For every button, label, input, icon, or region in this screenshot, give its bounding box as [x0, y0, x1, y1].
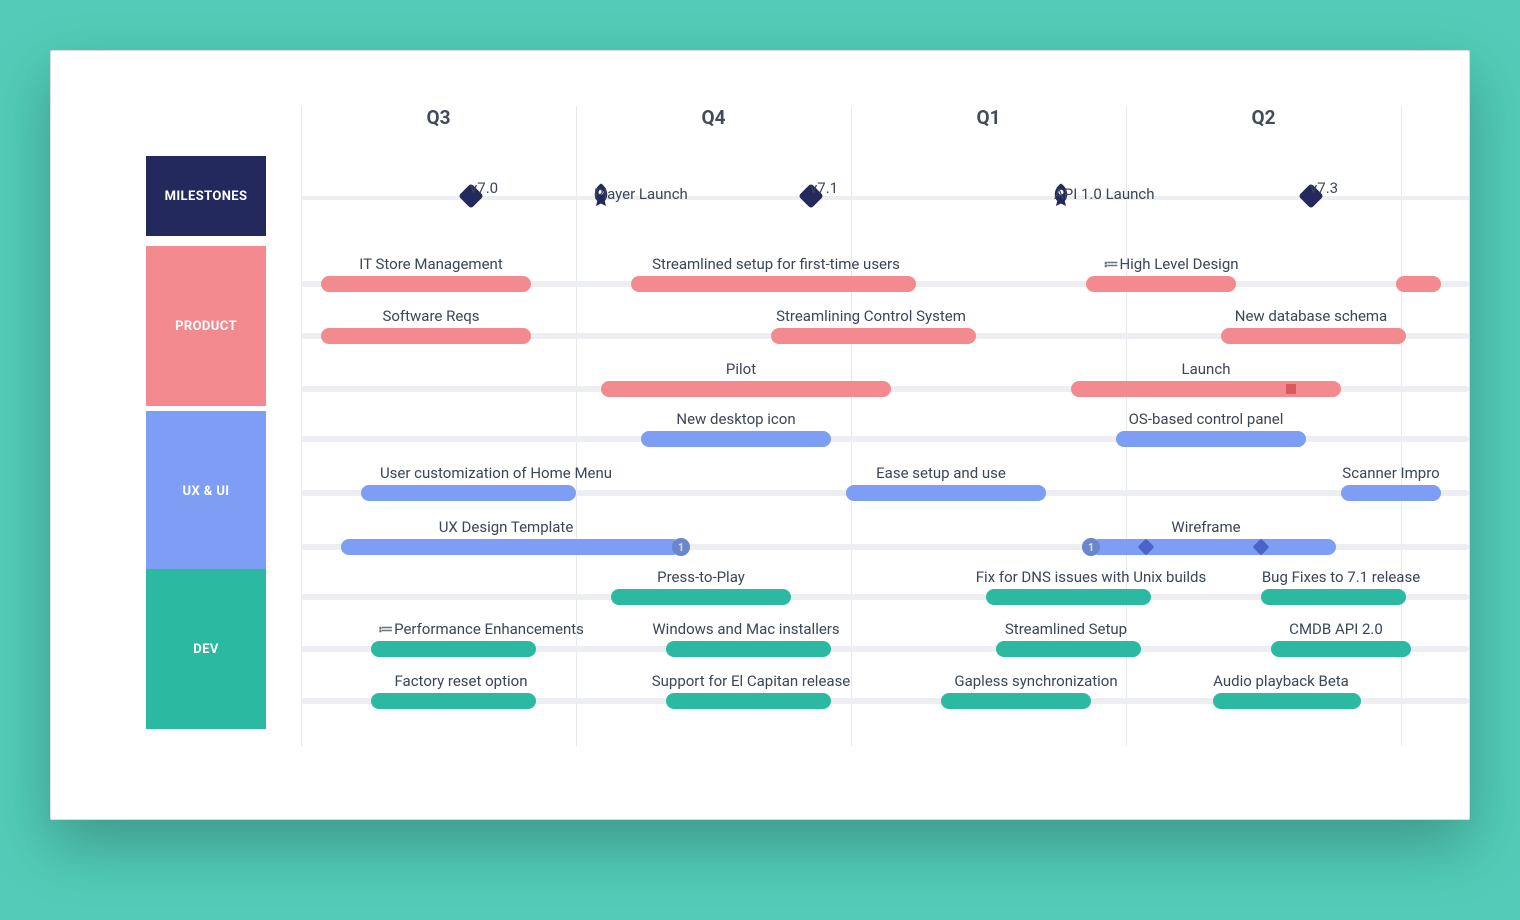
roadmap-bar[interactable]	[321, 328, 531, 344]
lane-labels-column: MILESTONES PRODUCTUX & UIDEV	[146, 106, 276, 746]
bar-label: OS-based control panel	[1129, 410, 1284, 428]
quarter-header: Q3	[301, 106, 576, 129]
roadmap-bar[interactable]	[996, 641, 1141, 657]
roadmap-bar[interactable]	[1271, 641, 1411, 657]
bar-label: Wireframe	[1171, 518, 1240, 536]
list-icon: ≔	[1103, 255, 1115, 273]
milestone-label: v7.0	[470, 179, 498, 197]
milestone[interactable]: API 1.0 Launch	[1046, 181, 1076, 211]
lane-label: PRODUCT	[146, 246, 266, 406]
roadmap-bar[interactable]	[846, 485, 1046, 501]
bar-label: Support for El Capitan release	[652, 672, 851, 690]
bar-label: Streamlined Setup	[1005, 620, 1127, 638]
lane-label: DEV	[146, 569, 266, 729]
count-badge[interactable]: 1	[1082, 538, 1100, 556]
roadmap-bar[interactable]	[361, 485, 576, 501]
bar-label: Factory reset option	[395, 672, 528, 690]
roadmap-bar[interactable]	[666, 693, 831, 709]
roadmap-bar[interactable]	[986, 589, 1151, 605]
bar-label: ≔Performance Enhancements	[378, 620, 584, 638]
roadmap-bar[interactable]	[601, 381, 891, 397]
bar-label: Press-to-Play	[657, 568, 745, 586]
bar-label: Scanner Impro	[1342, 464, 1439, 482]
bar-label: Launch	[1182, 360, 1231, 378]
bar-label: Audio playback Beta	[1213, 672, 1349, 690]
count-badge[interactable]: 1	[672, 538, 690, 556]
milestone-label: Player Launch	[594, 185, 688, 203]
roadmap-bar[interactable]	[1396, 276, 1441, 292]
roadmap-bar[interactable]	[1341, 485, 1441, 501]
bar-label: Fix for DNS issues with Unix builds	[976, 568, 1206, 586]
bar-label: New desktop icon	[676, 410, 795, 428]
quarter-header: Q2	[1126, 106, 1401, 129]
roadmap-bar[interactable]	[1261, 589, 1406, 605]
bar-label: UX Design Template	[439, 518, 574, 536]
roadmap-bar[interactable]	[1221, 328, 1406, 344]
bar-label: Gapless synchronization	[954, 672, 1117, 690]
roadmap-bar[interactable]	[631, 276, 916, 292]
milestone[interactable]: v7.1	[802, 187, 820, 205]
bar-label: Software Reqs	[382, 307, 479, 325]
roadmap-chart: MILESTONES PRODUCTUX & UIDEV Q3Q4Q1Q2 v7.0…	[146, 106, 1469, 746]
milestone[interactable]: v7.0	[462, 187, 480, 205]
milestone-label: API 1.0 Launch	[1054, 185, 1155, 203]
roadmap-bar[interactable]	[1091, 539, 1336, 555]
lane-label-milestones: MILESTONES	[146, 156, 266, 236]
bar-label: IT Store Management	[359, 255, 502, 273]
roadmap-bar[interactable]	[666, 641, 831, 657]
bar-label: Ease setup and use	[876, 464, 1006, 482]
milestone[interactable]: v7.3	[1302, 187, 1320, 205]
roadmap-bar[interactable]	[611, 589, 791, 605]
bar-label: User customization of Home Menu	[380, 464, 612, 482]
quarter-header: Q4	[576, 106, 851, 129]
bar-label: Pilot	[726, 360, 756, 378]
roadmap-bar[interactable]	[371, 641, 536, 657]
quarter-header: Q1	[851, 106, 1126, 129]
bar-label: Bug Fixes to 7.1 release	[1262, 568, 1420, 586]
roadmap-bar[interactable]	[1116, 431, 1306, 447]
roadmap-bar[interactable]	[941, 693, 1091, 709]
bar-label: Streamlining Control System	[776, 307, 966, 325]
bar-label: Windows and Mac installers	[652, 620, 839, 638]
roadmap-bar[interactable]	[1071, 381, 1341, 397]
square-marker	[1286, 384, 1296, 394]
bar-label: CMDB API 2.0	[1289, 620, 1383, 638]
bar-label: Streamlined setup for first-time users	[652, 255, 900, 273]
list-icon: ≔	[378, 620, 390, 638]
roadmap-panel: MILESTONES PRODUCTUX & UIDEV Q3Q4Q1Q2 v7.0…	[50, 50, 1470, 820]
bar-label: ≔High Level Design	[1103, 255, 1238, 273]
roadmap-bar[interactable]	[321, 276, 531, 292]
roadmap-bar[interactable]	[341, 539, 681, 555]
roadmap-bar[interactable]	[771, 328, 976, 344]
milestone-label: v7.3	[1310, 179, 1338, 197]
milestone-label: v7.1	[810, 179, 838, 197]
milestone[interactable]: Player Launch	[586, 181, 616, 211]
timeline-area[interactable]: Q3Q4Q1Q2 v7.0 Player Launch v7.1 API 1.0 Lau…	[301, 106, 1469, 746]
lane-label: UX & UI	[146, 411, 266, 571]
roadmap-bar[interactable]	[371, 693, 536, 709]
bar-label: New database schema	[1235, 307, 1387, 325]
roadmap-bar[interactable]	[1086, 276, 1236, 292]
roadmap-bar[interactable]	[1213, 693, 1361, 709]
roadmap-bar[interactable]	[641, 431, 831, 447]
